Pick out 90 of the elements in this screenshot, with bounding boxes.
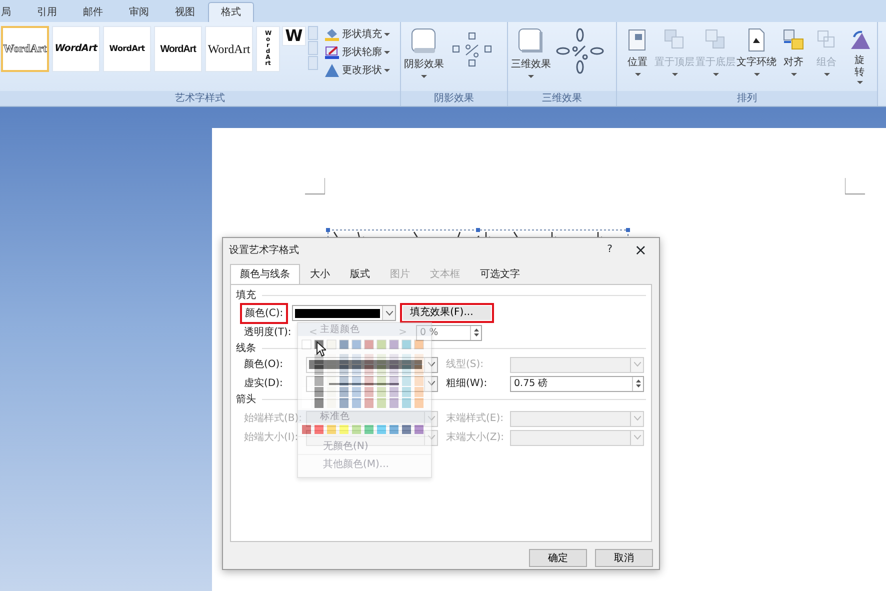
dialog-tab[interactable]: 可选文字 — [470, 264, 530, 284]
arrange-button[interactable]: 旋转 — [843, 26, 876, 86]
ribbon-command[interactable]: 形状填充 — [322, 26, 392, 43]
spinner-arrows-icon — [636, 379, 640, 388]
tilt-arrows-icons — [554, 26, 606, 76]
field-label: 始端大小(I): — [244, 430, 300, 445]
gallery-more-button[interactable] — [308, 56, 318, 70]
ribbon-tab[interactable]: 局 — [0, 2, 24, 22]
end-size-dropdown[interactable] — [510, 430, 644, 446]
scroll-up-button[interactable] — [308, 26, 318, 40]
chevron-down-icon — [428, 381, 434, 386]
chevron-down-icon — [428, 435, 434, 440]
section-heading: 填充 — [236, 288, 256, 303]
field-label: 透明度(T): — [244, 326, 292, 340]
caret-icon — [384, 51, 390, 54]
three-d-effects-button[interactable]: 三维效果 — [508, 26, 554, 80]
triangle-icon — [324, 63, 340, 78]
field-label: 虚实(D): — [244, 376, 284, 391]
arrange-button[interactable]: 文字环绕 — [736, 26, 777, 78]
chevron-down-icon — [428, 416, 434, 421]
field-label: 末端大小(Z): — [446, 430, 506, 445]
caret-icon — [634, 73, 640, 76]
caret-icon — [790, 73, 796, 76]
chevron-down-icon — [634, 362, 640, 367]
chevron-down-icon — [428, 362, 434, 367]
field-label: 始端样式(B): — [244, 412, 304, 426]
fill-effects-button[interactable]: 填充效果(F)... — [400, 303, 494, 323]
group-label: 排列 — [617, 91, 877, 106]
ribbon-tab[interactable]: 视图 — [162, 2, 208, 22]
dialog-tab[interactable]: 版式 — [340, 264, 380, 284]
wordart-style[interactable]: WordArt — [103, 26, 151, 72]
caret-icon — [856, 81, 862, 84]
caret-icon — [824, 73, 830, 76]
dialog-button[interactable]: 确定 — [529, 549, 587, 567]
field-label: 颜色(O): — [244, 358, 284, 372]
group-label: 三维效果 — [508, 91, 616, 106]
ribbon-command[interactable]: 更改形状 — [322, 62, 392, 79]
arrange-button[interactable]: 位置 — [621, 26, 654, 78]
line-style-dropdown[interactable] — [510, 356, 644, 372]
ribbon-tab[interactable]: 格式 — [208, 2, 254, 22]
dialog-tab[interactable]: 大小 — [300, 264, 340, 284]
wordart-style[interactable]: WordArt — [205, 26, 253, 72]
group-label: 阴影效果 — [401, 91, 507, 106]
caret-icon — [421, 75, 427, 78]
caret-icon — [754, 73, 760, 76]
caret-icon — [384, 69, 390, 72]
caret-icon — [712, 73, 718, 76]
cube-icon — [518, 28, 544, 54]
ribbon-tab[interactable]: 审阅 — [116, 2, 162, 22]
chevron-down-icon — [386, 310, 393, 316]
ribbon-command[interactable]: 形状轮廓 — [322, 44, 392, 61]
spinner-arrows-icon — [474, 328, 478, 337]
field-label: 线型(S): — [446, 358, 485, 372]
pen-outline-icon — [324, 45, 340, 60]
group-label: 艺术字样式 — [0, 91, 400, 106]
field-label: 颜色(C): — [240, 302, 288, 324]
section-heading: 箭头 — [236, 392, 256, 407]
caret-icon — [528, 75, 534, 78]
ribbon-tab[interactable]: 邮件 — [70, 2, 116, 22]
section-heading: 线条 — [236, 342, 256, 356]
align-icon — [782, 28, 806, 52]
close-button[interactable]: × — [634, 242, 647, 258]
dialog-tab[interactable]: 颜色与线条 — [230, 264, 300, 284]
mouse-cursor-icon — [316, 341, 326, 357]
rounded-square-icon — [411, 28, 437, 54]
margin-corner-mark — [305, 178, 325, 195]
wordart-style[interactable]: WordArt — [52, 26, 100, 72]
end-style-dropdown[interactable] — [510, 410, 644, 426]
chevron-down-icon — [634, 435, 640, 440]
margin-corner-mark — [845, 178, 865, 195]
field-label: 末端样式(E): — [446, 412, 504, 426]
help-button[interactable]: ? — [607, 245, 612, 255]
scroll-down-button[interactable] — [308, 41, 318, 55]
dialog-button[interactable]: 取消 — [595, 549, 653, 567]
wordart-style[interactable]: WordArt — [154, 26, 202, 72]
color-dropdown[interactable] — [292, 305, 396, 321]
ribbon-tab[interactable]: 引用 — [24, 2, 70, 22]
paint-bucket-icon — [324, 27, 340, 42]
field-label: 粗细(W): — [446, 377, 488, 391]
shadow-effects-button[interactable]: 阴影效果 — [401, 26, 447, 80]
arrange-button[interactable]: 对齐 — [777, 26, 810, 78]
caret-icon — [384, 33, 390, 36]
wordart-style[interactable]: WordArt — [1, 26, 49, 72]
wordart-style[interactable]: W — [282, 26, 306, 46]
dialog-title: 设置艺术字格式 — [229, 244, 299, 258]
line-weight-field[interactable]: 0.75 磅 — [510, 376, 644, 392]
caret-icon — [672, 73, 678, 76]
transparency-field[interactable]: 0 % — [416, 324, 482, 340]
chevron-down-icon — [634, 416, 640, 421]
line-color-dropdown[interactable] — [306, 356, 438, 372]
